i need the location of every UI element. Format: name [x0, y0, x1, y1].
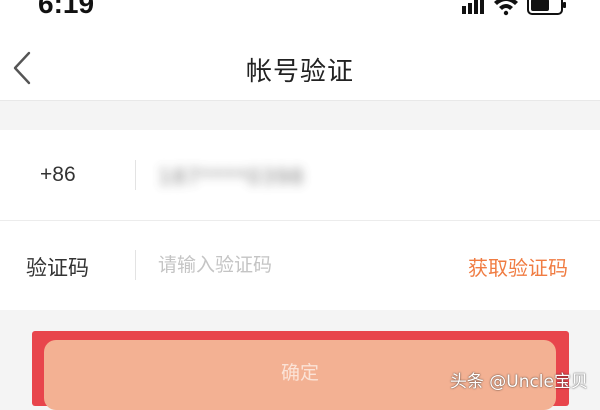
phone-number: 187****0398 — [158, 165, 305, 189]
status-time: 6:19 — [38, 0, 95, 19]
watermark: 头条 @Uncle宝贝 — [449, 372, 588, 392]
page-title: 帐号验证 — [245, 57, 354, 87]
phone-row: +86 187****0398 — [0, 130, 600, 221]
code-row: 验证码 获取验证码 — [0, 220, 600, 310]
divider — [135, 160, 136, 190]
signal-icon — [462, 0, 484, 14]
verification-code-input[interactable] — [158, 248, 428, 282]
nav-bar: 帐号验证 — [0, 20, 600, 101]
wifi-icon — [494, 0, 518, 16]
code-label: 验证码 — [26, 256, 89, 280]
get-code-button[interactable]: 获取验证码 — [468, 252, 568, 281]
divider — [135, 250, 136, 280]
country-code[interactable]: +86 — [40, 163, 76, 187]
status-icons — [460, 0, 570, 16]
battery-icon — [527, 0, 566, 15]
verification-form: +86 187****0398 验证码 获取验证码 — [0, 130, 600, 310]
status-bar: 6:19 — [0, 0, 600, 20]
